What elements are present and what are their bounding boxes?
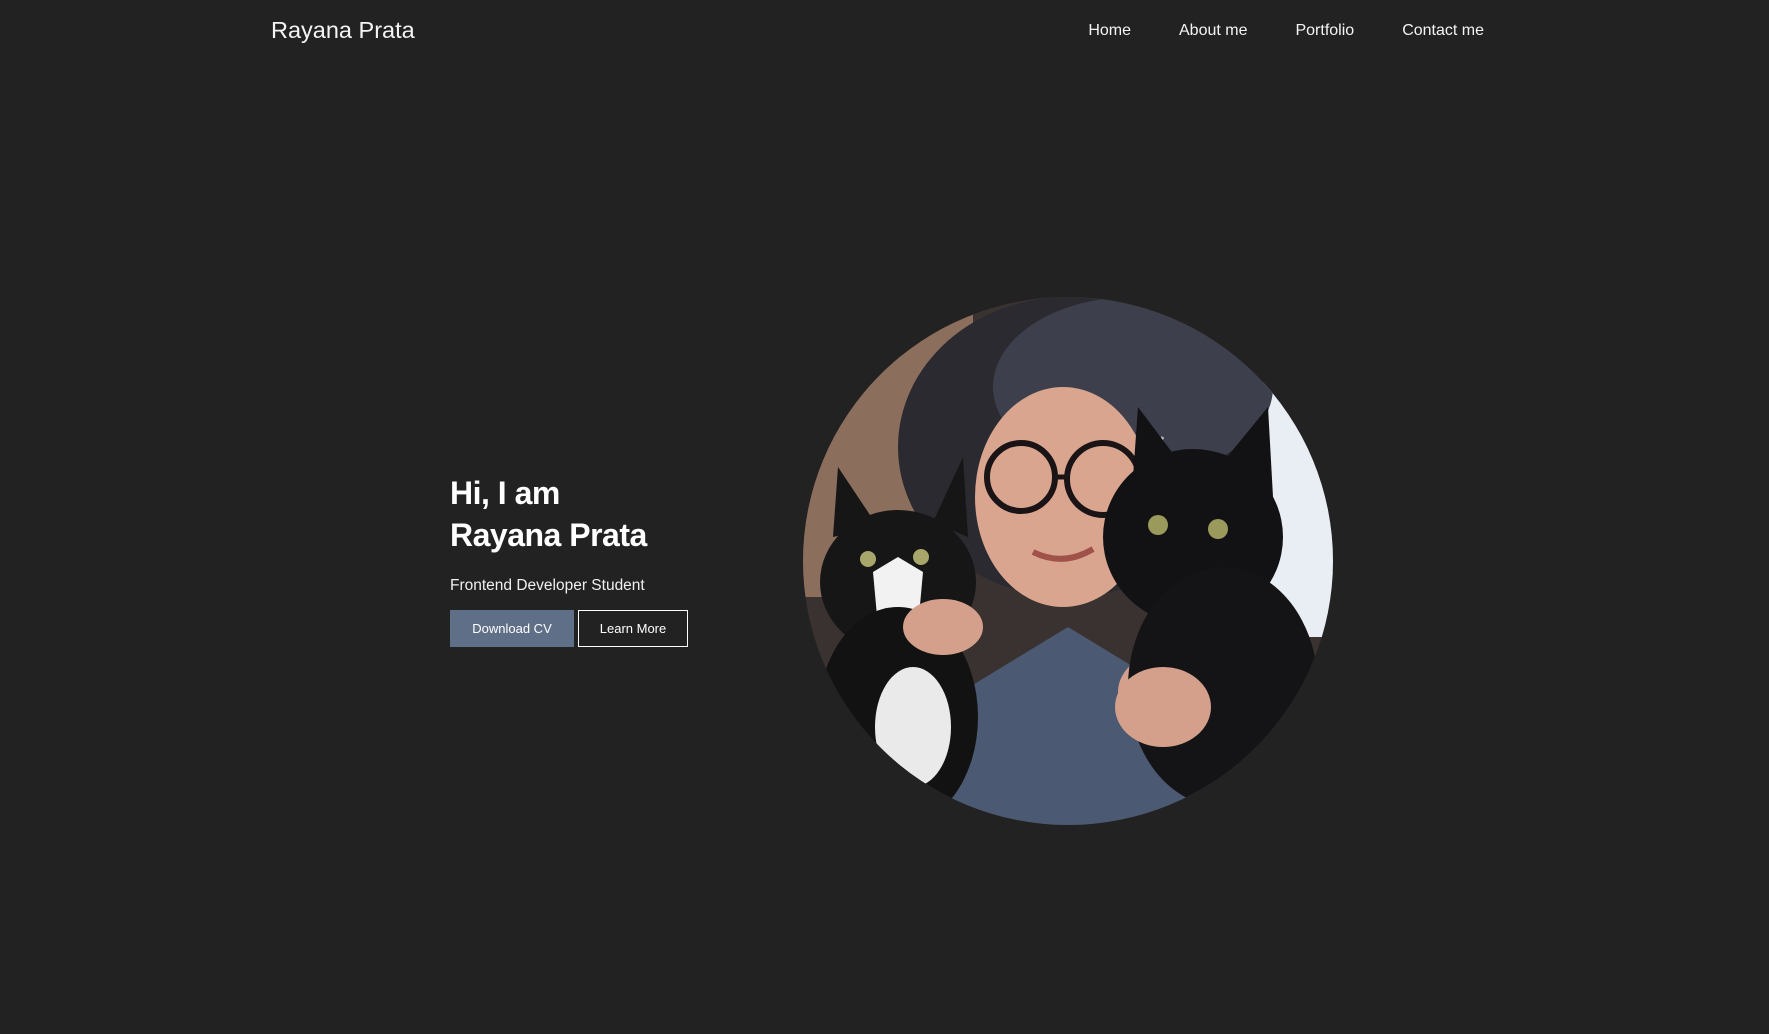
hero-buttons: Download CV Learn More <box>450 610 750 647</box>
main-nav: Home About me Portfolio Contact me <box>1088 22 1484 40</box>
hero-intro: Hi, I am Rayana Prata Frontend Developer… <box>450 472 750 647</box>
hero-subtitle: Frontend Developer Student <box>450 577 645 594</box>
learn-more-button[interactable]: Learn More <box>578 610 688 647</box>
nav-about-me[interactable]: About me <box>1179 22 1247 40</box>
nav-contact-me[interactable]: Contact me <box>1402 22 1484 40</box>
hero-greeting: Hi, I am <box>450 475 560 511</box>
brand-logo[interactable]: Rayana Prata <box>271 17 415 44</box>
nav-home[interactable]: Home <box>1088 22 1131 40</box>
profile-photo-illustration <box>803 297 1333 825</box>
hero-title: Hi, I am Rayana Prata <box>450 472 750 556</box>
hero-name: Rayana Prata <box>450 517 647 553</box>
nav-portfolio[interactable]: Portfolio <box>1295 22 1354 40</box>
site-header: Rayana Prata Home About me Portfolio Con… <box>0 0 1769 66</box>
download-cv-button[interactable]: Download CV <box>450 610 574 647</box>
profile-photo <box>803 297 1333 825</box>
